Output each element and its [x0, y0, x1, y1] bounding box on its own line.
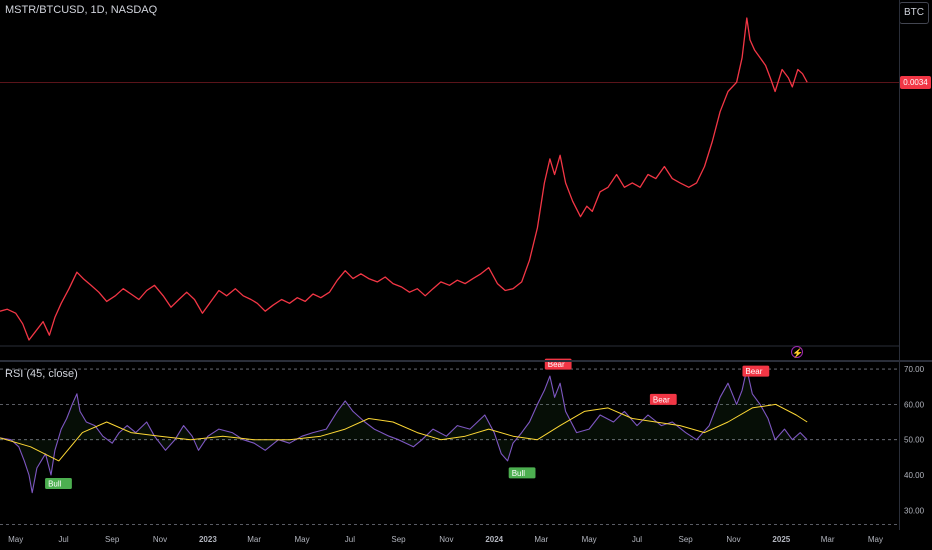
time-axis-tick-label: Sep — [105, 535, 120, 544]
time-axis-tick-label: Sep — [391, 535, 406, 544]
rsi-pane: 70.00 60.00 50.00 40.00 30.00 Bull Bull Bear Bea… — [0, 358, 925, 525]
pane-separator[interactable] — [0, 360, 932, 362]
time-axis-tick-label: Mar — [247, 535, 261, 544]
time-axis-tick-label: May — [868, 535, 883, 544]
time-axis-tick-label: Nov — [439, 535, 453, 544]
rsi-axis-tick-label: 40.00 — [904, 471, 925, 480]
time-axis-tick-label: May — [582, 535, 597, 544]
bull-divergence-marker: Bull — [45, 478, 72, 490]
time-axis: May Jul Sep Nov 2023 Mar May Jul Sep Nov 2024 Mar Ma… — [8, 535, 883, 544]
time-axis-tick-label: Nov — [153, 535, 167, 544]
rsi-axis-tick-label: 30.00 — [904, 506, 925, 515]
price-series-line — [0, 17, 808, 341]
time-axis-tick-label: Jul — [58, 535, 68, 544]
symbol-title: MSTR/BTCUSD, 1D, NASDAQ — [5, 4, 158, 16]
time-axis-tick-label: Jul — [632, 535, 642, 544]
time-axis-tick-label: Sep — [679, 535, 694, 544]
rsi-series-line — [0, 368, 808, 494]
time-axis-tick-label: Mar — [821, 535, 835, 544]
time-axis-tick-label: 2025 — [772, 535, 790, 544]
bull-marker-label: Bull — [512, 469, 526, 478]
time-axis-tick-label: Jul — [345, 535, 355, 544]
bear-marker-label: Bear — [745, 367, 762, 376]
time-axis-tick-label: Nov — [726, 535, 740, 544]
bull-marker-label: Bull — [48, 480, 62, 489]
time-axis-tick-label: Mar — [534, 535, 548, 544]
bear-marker-label: Bear — [653, 395, 670, 404]
bear-divergence-marker: Bear — [649, 393, 677, 405]
time-axis-tick-label: May — [294, 535, 309, 544]
time-axis-tick-label: 2024 — [485, 535, 503, 544]
time-axis-tick-label: May — [8, 535, 23, 544]
rsi-axis-tick-label: 70.00 — [904, 365, 925, 374]
price-pane — [0, 17, 899, 347]
price-axis-separator — [899, 0, 900, 530]
bull-divergence-marker: Bull — [508, 467, 536, 479]
rsi-axis-tick-label: 60.00 — [904, 400, 925, 409]
bear-divergence-marker: Bear — [742, 365, 770, 377]
last-price-label: 0.0034 — [900, 75, 931, 89]
currency-button[interactable]: BTC — [899, 2, 929, 24]
lightning-icon[interactable]: ⚡ — [791, 346, 803, 358]
rsi-indicator-label[interactable]: RSI (45, close) — [5, 368, 78, 380]
rsi-axis-tick-label: 50.00 — [904, 436, 925, 445]
time-axis-tick-label: 2023 — [199, 535, 217, 544]
chart-canvas[interactable]: 70.00 60.00 50.00 40.00 30.00 Bull Bull Bear Bea… — [0, 0, 932, 550]
